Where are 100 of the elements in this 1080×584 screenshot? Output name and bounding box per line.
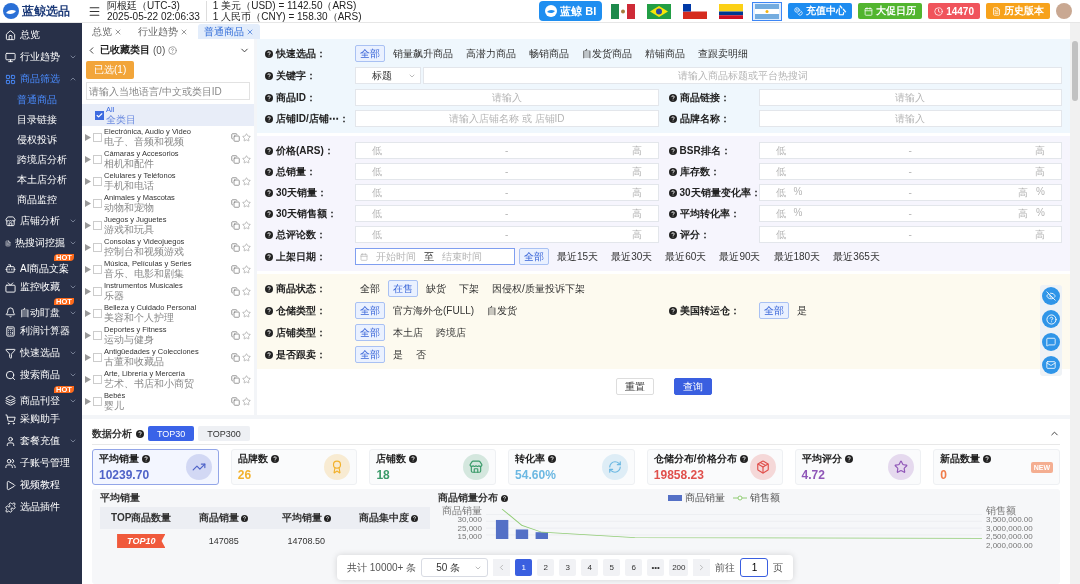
filter-option[interactable]: 因侵权/质量投诉下架 [487,280,590,297]
copy-icon[interactable] [231,330,240,340]
filter-option[interactable]: 本土店 [388,324,428,341]
date-range-field[interactable]: 开始时间 至 结束时间 [355,248,515,265]
sidebar-item[interactable]: 子账号管理 [0,452,82,474]
star-icon[interactable] [242,396,251,406]
close-icon[interactable] [114,27,122,36]
star-icon[interactable] [242,352,251,362]
page-size-select[interactable]: 50 条 [421,558,489,577]
expand-arrow-icon[interactable] [85,155,91,163]
copy-icon[interactable] [231,396,240,406]
previous-page-button[interactable] [493,559,511,576]
sidebar-subitem[interactable]: 跨境店分析 [0,150,82,170]
sidebar-item[interactable]: 视频教程 [0,474,82,496]
input-field[interactable]: 请输入 [758,89,1062,106]
search-button[interactable]: 查询 [673,378,712,395]
keyword-field[interactable]: 请输入商品标题或平台热搜词 [423,67,1062,84]
sidebar-subitem[interactable]: 侵权投诉 [0,130,82,150]
filter-option[interactable]: 高潜力商品 [461,45,521,62]
copy-icon[interactable] [231,242,240,252]
filter-option[interactable]: 全部 [355,346,385,363]
filter-option[interactable]: 自发货商品 [577,45,637,62]
filter-option[interactable]: 全部 [758,302,789,319]
tab[interactable]: 行业趋势 [132,24,194,39]
stat-card[interactable]: 仓储分布/价格分布 19858.23 [646,449,783,485]
mail-button[interactable] [1042,356,1060,374]
filter-option[interactable]: 全部 [355,280,385,297]
copy-icon[interactable] [231,176,240,186]
expand-arrow-icon[interactable] [85,221,91,229]
page-input[interactable]: 1 [740,558,769,577]
input-field[interactable]: 请输入店铺名称 或 店铺ID [355,110,659,127]
sidebar-subitem[interactable]: 普通商品 [0,90,82,110]
star-icon[interactable] [242,132,251,142]
filter-option[interactable]: 最近15天 [552,248,604,265]
expand-arrow-icon[interactable] [85,397,91,405]
filter-option[interactable]: 自发货 [482,302,523,319]
filter-option[interactable]: 是 [388,346,408,363]
filter-option[interactable]: 官方海外仓(FULL) [388,302,480,319]
stat-card[interactable]: 品牌数 26 [230,449,358,485]
copy-icon[interactable] [231,286,240,296]
expand-arrow-icon[interactable] [85,243,91,251]
filter-option[interactable]: 缺货 [421,280,451,297]
expand-arrow-icon[interactable] [85,331,91,339]
page-button[interactable]: 2 [537,559,555,576]
star-icon[interactable] [242,330,251,340]
stat-card[interactable]: 店铺数 18 [369,449,497,485]
copy-icon[interactable] [231,308,240,318]
sidebar-item[interactable]: 选品插件 [0,496,82,518]
page-button[interactable]: 4 [581,559,599,576]
filter-option[interactable]: 最近90天 [714,248,766,265]
page-button[interactable]: 6 [625,559,643,576]
tab[interactable]: TOP300 [198,426,250,441]
input-field[interactable]: 请输入 [355,89,659,106]
page-button[interactable]: ••• [647,559,665,576]
star-icon[interactable] [242,198,251,208]
filter-option[interactable]: 全部 [519,248,549,265]
filter-option[interactable]: 跨境店 [431,324,471,341]
expand-arrow-icon[interactable] [85,177,91,185]
filter-option[interactable]: 下架 [454,280,484,297]
sidebar-item[interactable]: 热搜词挖掘 [0,232,82,254]
tab[interactable]: TOP30 [148,426,195,441]
sidebar-item[interactable]: 利润计算器 [0,320,82,342]
star-icon[interactable] [242,176,251,186]
copy-icon[interactable] [231,352,240,362]
filter-option[interactable]: 精铺商品 [640,45,690,62]
copy-icon[interactable] [231,220,240,230]
filter-option[interactable]: 畅销商品 [524,45,574,62]
expand-arrow-icon[interactable] [85,353,91,361]
copy-icon[interactable] [231,374,240,384]
filter-option[interactable]: 是 [791,302,812,319]
close-icon[interactable] [246,27,254,36]
filter-option[interactable]: 全部 [355,45,385,62]
copy-icon[interactable] [231,132,240,142]
stat-card[interactable]: 平均销量 10239.70 [92,449,219,485]
copy-icon[interactable] [231,264,240,274]
filter-option[interactable]: 全部 [355,302,385,319]
stat-card[interactable]: 平均评分 4.72 [794,449,922,485]
expand-arrow-icon[interactable] [85,287,91,295]
filter-option[interactable]: 在售 [388,280,418,297]
page-button[interactable]: 200 [669,559,689,576]
filter-option[interactable]: 最近365天 [828,248,885,265]
filter-option[interactable]: 销量飙升商品 [388,45,458,62]
copy-icon[interactable] [231,154,240,164]
menu-icon[interactable] [88,4,101,18]
sidebar-subitem[interactable]: 商品监控 [0,190,82,210]
reset-button[interactable]: 重置 [615,378,654,395]
star-icon[interactable] [242,308,251,318]
close-icon[interactable] [180,27,188,36]
star-icon[interactable] [242,154,251,164]
keyword-select[interactable]: 标题 [355,67,421,84]
expand-arrow-icon[interactable] [85,309,91,317]
sidebar-item[interactable]: 总览 [0,24,82,46]
star-icon[interactable] [242,286,251,296]
sidebar-subitem[interactable]: 本土店分析 [0,170,82,190]
sidebar-item[interactable]: 商品筛选 [0,68,82,90]
sidebar-item[interactable]: 快速选品 [0,342,82,364]
star-icon[interactable] [242,374,251,384]
page-button[interactable]: 3 [559,559,577,576]
star-icon[interactable] [242,264,251,274]
tab[interactable]: 普通商品 [198,24,260,39]
